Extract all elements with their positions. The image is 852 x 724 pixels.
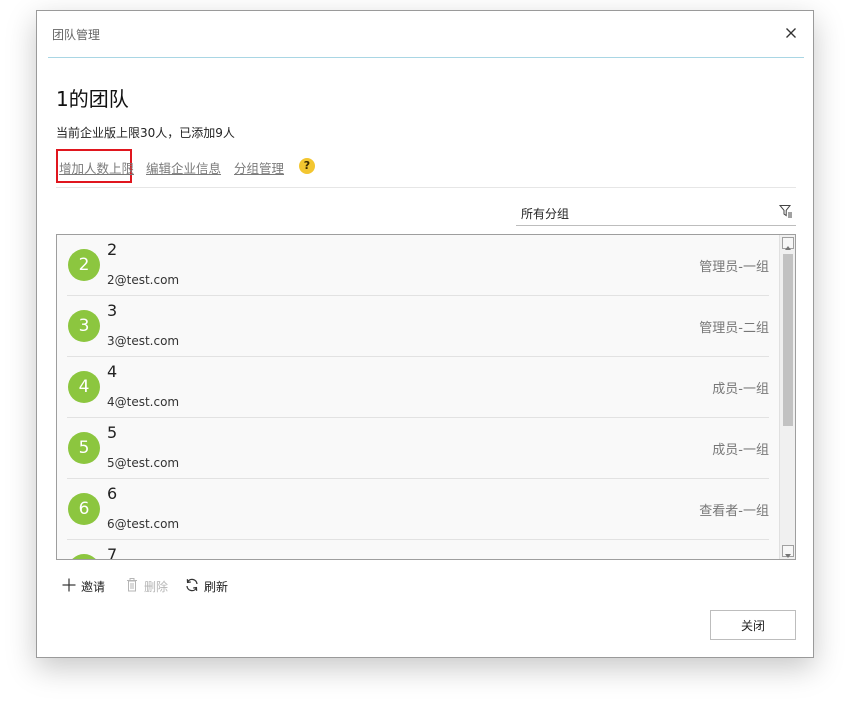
member-name: 7 [107,545,118,560]
help-icon[interactable]: ? [299,158,315,174]
avatar: 7 [68,554,100,559]
group-filter-select[interactable]: 所有分组 [516,201,796,226]
dialog-title: 团队管理 [52,28,101,42]
member-role: 管理员-二组 [699,321,769,336]
avatar: 3 [68,310,100,342]
member-name: 5 [107,423,118,442]
member-name: 3 [107,301,118,320]
member-role: 成员-一组 [712,382,769,397]
team-management-dialog: 团队管理 1的团队 当前企业版上限30人，已添加9人 增加人数上限 编辑企业信息… [36,10,814,658]
increase-limit-link[interactable]: 增加人数上限 [59,158,134,177]
avatar: 5 [68,432,100,464]
member-row[interactable]: 4 4 4@test.com 成员-一组 [67,357,769,418]
scroll-up-icon[interactable] [782,237,794,250]
invite-label: 邀请 [81,580,106,594]
member-row[interactable]: 3 3 3@test.com 管理员-二组 [67,296,769,357]
delete-button[interactable]: 删除 [124,574,172,596]
member-email: 5@test.com [107,456,180,470]
group-filter-value: 所有分组 [521,207,570,221]
avatar: 4 [68,371,100,403]
edit-company-info-link[interactable]: 编辑企业信息 [146,158,221,177]
refresh-icon [186,578,198,592]
member-role: 成员-一组 [712,443,769,458]
member-list[interactable]: 2 2 2@test.com 管理员-一组 3 3 3@test.com 管理员… [56,234,796,560]
filter-icon[interactable] [778,203,794,219]
member-email: 2@test.com [107,273,180,287]
member-limit-text: 当前企业版上限30人，已添加9人 [56,126,235,140]
trash-icon [127,578,137,592]
member-name: 2 [107,240,118,259]
member-email: 3@test.com [107,334,180,348]
title-divider [48,57,804,58]
refresh-label: 刷新 [204,580,229,594]
avatar: 6 [68,493,100,525]
member-email: 6@test.com [107,517,180,531]
avatar: 2 [68,249,100,281]
group-management-link[interactable]: 分组管理 [234,158,284,177]
member-role: 查看者-一组 [699,504,769,519]
member-row[interactable]: 7 7 [67,540,769,560]
member-row[interactable]: 5 5 5@test.com 成员-一组 [67,418,769,479]
list-scrollbar[interactable] [779,235,795,559]
delete-label: 删除 [144,580,169,594]
member-rows: 2 2 2@test.com 管理员-一组 3 3 3@test.com 管理员… [57,235,779,560]
invite-button[interactable]: 邀请 [61,574,109,596]
member-role: 管理员-一组 [699,260,769,275]
member-name: 6 [107,484,118,503]
team-name: 1的团队 [56,87,129,111]
member-email: 4@test.com [107,395,180,409]
section-divider [56,187,796,188]
member-row[interactable]: 2 2 2@test.com 管理员-一组 [67,235,769,296]
member-row[interactable]: 6 6 6@test.com 查看者-一组 [67,479,769,540]
close-button[interactable]: 关闭 [710,610,796,640]
scrollbar-thumb[interactable] [783,254,793,426]
scroll-down-icon[interactable] [782,545,794,558]
member-name: 4 [107,362,118,381]
plus-icon [62,578,76,592]
close-icon[interactable] [781,23,801,43]
refresh-button[interactable]: 刷新 [184,574,236,596]
